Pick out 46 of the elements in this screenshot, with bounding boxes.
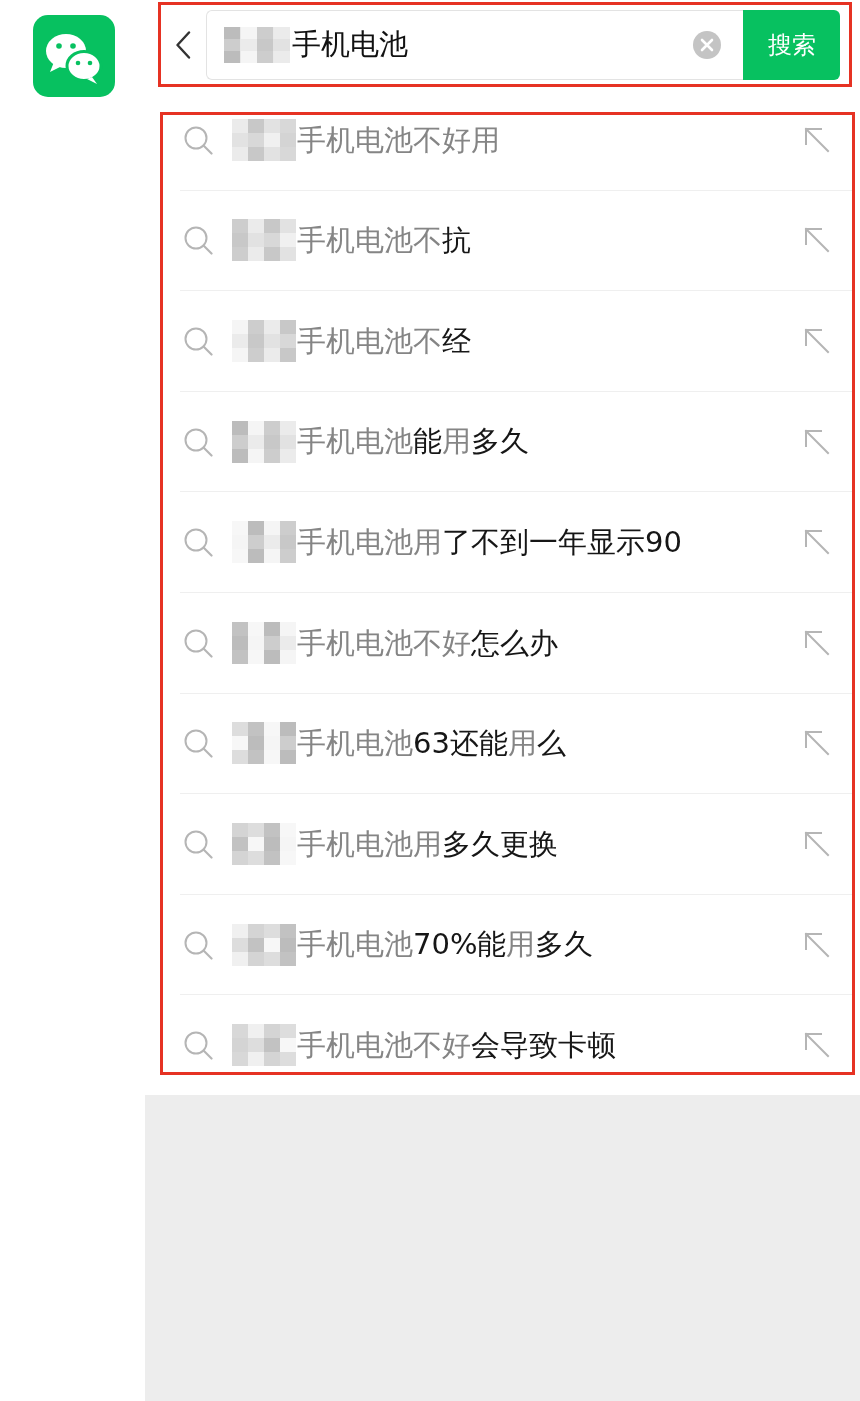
pixelated-block [232, 822, 296, 865]
arrow-up-left-icon[interactable] [804, 931, 830, 958]
suggestion-text[interactable]: 手机电池70%能用多久 [297, 926, 804, 963]
suggestion-text[interactable]: 手机电池不好会导致卡顿 [297, 1027, 804, 1064]
arrow-up-left-icon[interactable] [804, 227, 830, 254]
pixelated-block [232, 118, 296, 161]
suggestion-text[interactable]: 手机电池能用多久 [297, 423, 804, 460]
search-icon [183, 929, 213, 960]
chat-bubbles-icon [33, 15, 115, 97]
suggestion-text[interactable]: 手机电池用了不到一年显示90 [297, 524, 804, 561]
pixelated-block [232, 219, 296, 262]
pixelated-block [232, 521, 296, 564]
arrow-up-left-icon[interactable] [804, 126, 830, 153]
pixelated-block [232, 722, 296, 765]
search-icon [183, 527, 213, 558]
search-icon [183, 828, 213, 859]
clear-icon[interactable] [693, 30, 721, 59]
search-input[interactable]: 手机电池 [292, 27, 693, 62]
search-icon [183, 225, 213, 256]
suggestion-text[interactable]: 手机电池不好用 [297, 121, 804, 158]
chevron-left-icon[interactable] [175, 30, 191, 59]
arrow-up-left-icon[interactable] [804, 629, 830, 656]
arrow-up-left-icon[interactable] [804, 428, 830, 455]
search-icon [183, 627, 213, 658]
search-icon [183, 728, 213, 759]
search-icon [183, 326, 213, 356]
suggestion-text[interactable]: 手机电池不抗 [297, 222, 804, 259]
search-icon [183, 1030, 213, 1061]
arrow-up-left-icon[interactable] [804, 328, 830, 354]
pixelated-block [232, 420, 296, 463]
arrow-up-left-icon[interactable] [804, 529, 830, 556]
arrow-up-left-icon[interactable] [804, 830, 830, 857]
pixelated-block [232, 1024, 296, 1067]
suggestion-text[interactable]: 手机电池用多久更换 [297, 825, 804, 863]
search-icon [183, 426, 213, 457]
search-icon [183, 124, 213, 155]
suggestion-text[interactable]: 手机电池不好怎么办 [297, 624, 804, 661]
pixelated-block [232, 923, 296, 966]
suggestion-text[interactable]: 手机电池不经 [297, 322, 804, 360]
search-field[interactable]: 手机电池 [206, 9, 743, 80]
arrow-up-left-icon[interactable] [804, 1032, 830, 1059]
arrow-up-left-icon[interactable] [804, 730, 830, 757]
pixelated-block [232, 621, 296, 664]
pixelated-block [232, 320, 296, 362]
pixelated-block [224, 26, 290, 63]
suggestion-text[interactable]: 手机电池63还能用么 [297, 725, 804, 762]
